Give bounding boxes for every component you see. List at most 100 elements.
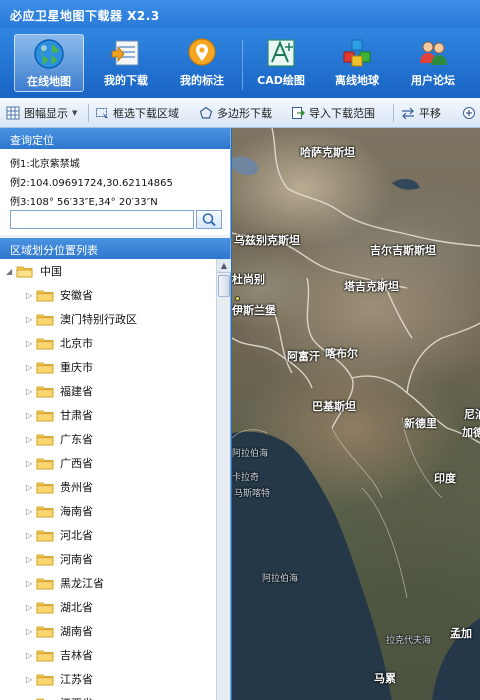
- scrollbar-thumb[interactable]: [218, 275, 230, 297]
- rect-download-button[interactable]: 框选下载区域: [95, 104, 179, 122]
- zoom-in-button[interactable]: [462, 104, 476, 122]
- expand-arrow-icon[interactable]: ▷: [26, 291, 36, 300]
- cad-drawing-icon: [267, 39, 295, 67]
- expand-arrow-icon[interactable]: ▷: [26, 555, 36, 564]
- expand-arrow-icon[interactable]: ▷: [26, 531, 36, 540]
- map-label-nepal: 尼泊: [464, 408, 480, 421]
- tree-item-province[interactable]: ▷ 湖南省: [26, 619, 93, 643]
- tree-item-label: 北京市: [60, 337, 93, 350]
- map-label-dushanbe: 杜尚别: [232, 273, 265, 286]
- search-input[interactable]: [10, 210, 194, 229]
- expand-arrow-icon[interactable]: ◢: [6, 267, 16, 276]
- tree-item-label: 湖南省: [60, 625, 93, 638]
- map-label-bengal: 孟加: [450, 627, 472, 640]
- expand-arrow-icon[interactable]: ▷: [26, 363, 36, 372]
- globe-icon: [34, 39, 64, 69]
- folder-icon: [36, 314, 54, 325]
- map-label-tajikistan: 塔吉克斯坦: [344, 280, 399, 293]
- main-toolbar: 在线地图 我的下载 我的标注 CAD绘图 离线地球 用户论坛: [0, 28, 480, 98]
- tree-item-province[interactable]: ▷ 广东省: [26, 427, 93, 451]
- tree-item-province[interactable]: ▷ 海南省: [26, 499, 93, 523]
- tree-item-province[interactable]: ▷ 黑龙江省: [26, 571, 104, 595]
- tree-scrollbar[interactable]: ▲: [216, 259, 231, 700]
- tree-item-label: 吉林省: [60, 649, 93, 662]
- tree-item-province[interactable]: ▷ 安徽省: [26, 283, 93, 307]
- my-markers-button[interactable]: 我的标注: [167, 34, 237, 92]
- query-example-2: 例2:104.09691724,30.62114865: [10, 178, 173, 189]
- scroll-up-arrow-icon[interactable]: ▲: [217, 259, 231, 273]
- map-label-kathmandu: 加德: [462, 426, 480, 439]
- tree-root-china[interactable]: ◢ 中国: [6, 259, 62, 283]
- query-header-label: 查询定位: [10, 134, 54, 147]
- expand-arrow-icon[interactable]: ▷: [26, 315, 36, 324]
- tree-item-province[interactable]: ▷ 重庆市: [26, 355, 93, 379]
- layer-display-dropdown[interactable]: 图幅显示 ▼: [6, 104, 77, 122]
- tree-item-province[interactable]: ▷江西省: [26, 691, 93, 700]
- tree-item-province[interactable]: ▷ 甘肃省: [26, 403, 93, 427]
- folder-icon: [36, 530, 54, 541]
- satellite-map-view[interactable]: 哈萨克斯坦 乌兹别克斯坦 吉尔吉斯斯坦 塔吉克斯坦 杜尚别 伊斯兰堡 阿富汗 喀…: [232, 128, 480, 700]
- app-title-bar: 必应卫星地图下载器 X2.3: [0, 0, 480, 28]
- expand-arrow-icon[interactable]: ▷: [26, 675, 36, 684]
- tree-item-province[interactable]: ▷ 吉林省: [26, 643, 93, 667]
- user-forum-button[interactable]: 用户论坛: [398, 34, 468, 92]
- toolbar-separator: [242, 40, 243, 90]
- tree-item-province[interactable]: ▷ 北京市: [26, 331, 93, 355]
- tree-item-province[interactable]: ▷ 澳门特别行政区: [26, 307, 137, 331]
- tree-item-province[interactable]: ▷ 贵州省: [26, 475, 93, 499]
- user-forum-label: 用户论坛: [411, 74, 455, 87]
- folder-icon: [36, 386, 54, 397]
- offline-earth-button[interactable]: 离线地球: [322, 34, 392, 92]
- tree-item-province[interactable]: ▷ 广西省: [26, 451, 93, 475]
- map-label-islamabad: 伊斯兰堡: [232, 304, 276, 317]
- expand-arrow-icon[interactable]: ▷: [26, 459, 36, 468]
- tree-item-province[interactable]: ▷ 河北省: [26, 523, 93, 547]
- my-downloads-button[interactable]: 我的下载: [91, 34, 161, 92]
- app-title: 必应卫星地图下载器 X2.3: [10, 9, 160, 23]
- folder-icon: [36, 434, 54, 445]
- expand-arrow-icon[interactable]: ▷: [26, 627, 36, 636]
- region-list-header-label: 区域划分位置列表: [10, 244, 98, 257]
- map-label-karachi: 卡拉奇: [232, 473, 260, 483]
- cad-drawing-button[interactable]: CAD绘图: [246, 34, 316, 92]
- map-label-pakistan: 巴基斯坦: [312, 400, 356, 413]
- chevron-down-icon: ▼: [72, 109, 78, 117]
- expand-arrow-icon[interactable]: ▷: [26, 603, 36, 612]
- location-pin-icon: [188, 38, 216, 66]
- pan-label: 平移: [419, 107, 441, 120]
- city-marker: [235, 296, 240, 301]
- online-map-button[interactable]: 在线地图: [14, 34, 84, 92]
- expand-arrow-icon[interactable]: ▷: [26, 435, 36, 444]
- rect-download-label: 框选下载区域: [113, 107, 179, 120]
- import-range-label: 导入下载范围: [309, 107, 375, 120]
- polygon-icon: [199, 106, 213, 119]
- expand-arrow-icon[interactable]: ▷: [26, 387, 36, 396]
- search-button[interactable]: [196, 210, 222, 229]
- tree-item-label: 黑龙江省: [60, 577, 104, 590]
- folder-icon: [36, 362, 54, 373]
- tree-item-province[interactable]: ▷ 湖北省: [26, 595, 93, 619]
- sub-toolbar: 图幅显示 ▼ 框选下载区域 多边形下载 导入下载范围 平移: [0, 98, 480, 128]
- expand-arrow-icon[interactable]: ▷: [26, 579, 36, 588]
- expand-arrow-icon[interactable]: ▷: [26, 411, 36, 420]
- map-label-uzbekistan: 乌兹别克斯坦: [234, 234, 300, 247]
- folder-icon: [36, 578, 54, 589]
- expand-arrow-icon[interactable]: ▷: [26, 339, 36, 348]
- map-label-muscat: 马斯喀特: [234, 489, 271, 499]
- polygon-download-button[interactable]: 多边形下载: [199, 104, 272, 122]
- tree-item-label: 江西省: [60, 695, 93, 700]
- folder-icon: [36, 554, 54, 565]
- expand-arrow-icon[interactable]: ▷: [26, 507, 36, 516]
- map-label-new-delhi: 新德里: [404, 417, 437, 430]
- pan-button[interactable]: 平移: [401, 104, 441, 122]
- expand-arrow-icon[interactable]: ▷: [26, 651, 36, 660]
- rectangle-select-icon: [96, 108, 108, 118]
- folder-icon: [36, 650, 54, 661]
- tree-item-province[interactable]: ▷ 福建省: [26, 379, 93, 403]
- tree-item-province[interactable]: ▷ 江苏省: [26, 667, 93, 691]
- tree-item-province[interactable]: ▷ 河南省: [26, 547, 93, 571]
- expand-arrow-icon[interactable]: ▷: [26, 483, 36, 492]
- search-bar: [10, 210, 222, 229]
- import-range-button[interactable]: 导入下载范围: [291, 104, 375, 122]
- region-tree: ◢ 中国 ▷ 安徽省 ▷ 澳门特别行政区 ▷ 北京市 ▷ 重庆市 ▷ 福建省 ▷ 甘肃省 ▷ 广东省 ▷ 广西…: [0, 259, 216, 700]
